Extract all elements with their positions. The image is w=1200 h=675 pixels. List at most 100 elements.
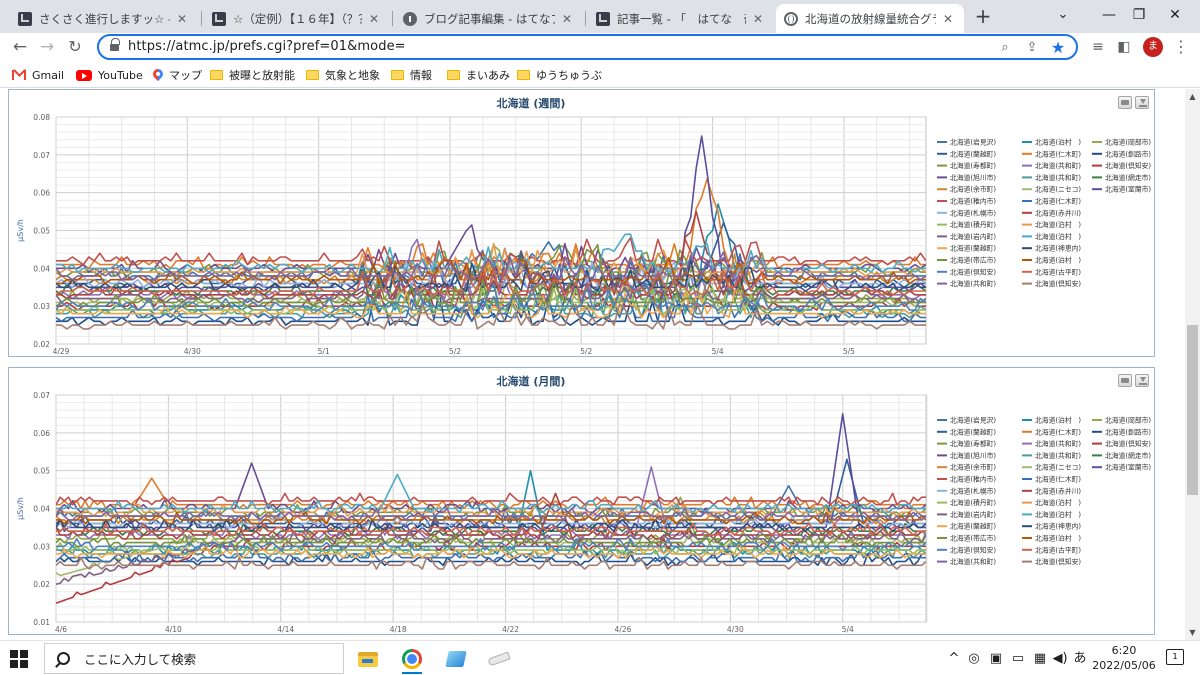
taskbar-search-input[interactable]: ここに入力して検索 [44, 643, 344, 674]
bookmark-folder-1[interactable]: 被曝と放射能 [210, 66, 295, 84]
scroll-up-arrow-icon[interactable]: ▲ [1185, 89, 1200, 104]
taskbar-chrome[interactable] [392, 644, 432, 674]
taskbar-clock[interactable]: 6:20 2022/05/06 [1090, 643, 1158, 673]
legend-item[interactable]: 北海道(共和町) [950, 279, 996, 288]
legend-item[interactable]: 北海道(余市町) [950, 463, 996, 472]
legend-item[interactable]: 北海道(泊村 ) [1035, 256, 1081, 265]
legend-item[interactable]: 北海道(蘭越町) [950, 522, 996, 531]
legend-item[interactable]: 北海道(倶知安) [1105, 439, 1151, 448]
print-button[interactable] [1118, 374, 1132, 387]
back-arrow-icon[interactable]: ← [8, 35, 32, 59]
meet-now-icon[interactable]: ◎ [966, 650, 982, 668]
legend-item[interactable]: 北海道(泊村 ) [1035, 232, 1081, 241]
tab-search-button[interactable]: ⌄ [1040, 2, 1086, 28]
windows-start-icon[interactable] [10, 650, 28, 668]
tab-3[interactable]: ブログ記事編集 - はてなブログ ✕ [395, 4, 583, 33]
taskbar-notepad[interactable] [436, 644, 476, 674]
legend-item[interactable]: 北海道(共和町) [1035, 439, 1081, 448]
legend-item[interactable]: 北海道(共和町) [1035, 161, 1081, 170]
tab-1[interactable]: さくさく進行しますッ☆ - 「 はて ✕ [10, 4, 198, 33]
legend-item[interactable]: 北海道(古平町) [1035, 267, 1081, 276]
legend-item[interactable]: 北海道(仁木町) [1035, 427, 1081, 436]
tab-4[interactable]: 記事一覧 - 「 はてな 奇 も ✕ [588, 4, 774, 33]
legend-item[interactable]: 北海道(倶知安) [1035, 279, 1081, 288]
bookmark-folder-4[interactable]: まいあみ [447, 66, 510, 84]
legend-item[interactable]: 北海道(泊村 ) [1035, 138, 1081, 147]
legend-item[interactable]: 北海道(釧路市) [1105, 149, 1151, 158]
notification-icon[interactable]: 1 [1166, 649, 1184, 665]
legend-item[interactable]: 北海道(神恵内) [1035, 522, 1081, 531]
legend-item[interactable]: 北海道(泊村 ) [1035, 498, 1081, 507]
legend-item[interactable]: 北海道(仁木町) [1035, 149, 1081, 158]
address-bar[interactable]: https://atmc.jp/prefs.cgi?pref=01&mode= … [97, 34, 1078, 60]
taskbar-explorer[interactable] [348, 644, 388, 674]
reading-list-icon[interactable]: ≡ [1087, 36, 1109, 58]
taskbar-app[interactable] [479, 644, 519, 674]
network-icon[interactable]: ▦ [1032, 650, 1048, 668]
close-icon[interactable]: ✕ [559, 12, 575, 26]
avatar[interactable]: ま [1143, 37, 1163, 57]
bookmark-folder-5[interactable]: ゆうちゅうぶ [517, 66, 602, 84]
legend-item[interactable]: 北海道(蘭越町) [950, 427, 996, 436]
close-icon[interactable]: ✕ [750, 12, 766, 26]
bookmark-maps[interactable]: マップ [153, 66, 202, 84]
legend-item[interactable]: 北海道(泊村 ) [1035, 510, 1081, 519]
legend-item[interactable]: 北海道(蘭越町) [950, 149, 996, 158]
legend-item[interactable]: 北海道(余市町) [950, 185, 996, 194]
legend-item[interactable]: 北海道(ニセコ) [1035, 463, 1081, 472]
legend-item[interactable]: 北海道(寿都町) [950, 161, 996, 170]
tab-2[interactable]: ☆（定例）【１６年】（？？ ✕ [204, 4, 390, 33]
scroll-thumb[interactable] [1187, 325, 1198, 495]
legend-item[interactable]: 北海道(室蘭市) [1105, 185, 1151, 194]
legend-item[interactable]: 北海道(ニセコ) [1035, 185, 1081, 194]
legend-item[interactable]: 北海道(室蘭市) [1105, 463, 1151, 472]
legend-item[interactable]: 北海道(倶知安) [950, 545, 996, 554]
bookmark-star-icon[interactable]: ★ [1048, 38, 1068, 58]
close-window-button[interactable]: ✕ [1152, 2, 1198, 28]
close-icon[interactable]: ✕ [940, 12, 956, 26]
bookmark-gmail[interactable]: Gmail [12, 66, 64, 84]
legend-item[interactable]: 北海道(網走市) [1105, 451, 1151, 460]
legend-item[interactable]: 北海道(積丹町) [950, 220, 996, 229]
legend-item[interactable]: 北海道(岩内町) [950, 510, 996, 519]
legend-item[interactable]: 北海道(帯広市) [950, 534, 996, 543]
ime-indicator[interactable]: あ [1072, 650, 1088, 668]
bookmark-folder-2[interactable]: 気象と地象 [306, 66, 380, 84]
tab-5-active[interactable]: 北海道の放射線量統合グラフ ✕ [776, 4, 964, 33]
camera-icon[interactable]: ▣ [988, 650, 1004, 668]
new-tab-button[interactable]: + [972, 6, 994, 28]
lock-icon[interactable] [110, 38, 120, 51]
legend-item[interactable]: 北海道(岩内町) [950, 232, 996, 241]
forward-arrow-icon[interactable]: → [35, 35, 59, 59]
legend-item[interactable]: 北海道(泊村 ) [1035, 534, 1081, 543]
legend-item[interactable]: 北海道(共和町) [1035, 173, 1081, 182]
battery-icon[interactable]: ▭ [1010, 650, 1026, 668]
legend-item[interactable]: 北海道(積丹町) [950, 498, 996, 507]
page-scrollbar[interactable]: ▲ ▼ [1185, 89, 1200, 640]
download-button[interactable] [1135, 374, 1149, 387]
legend-item[interactable]: 北海道(泊村 ) [1035, 416, 1081, 425]
legend-item[interactable]: 北海道(古平町) [1035, 545, 1081, 554]
scroll-down-arrow-icon[interactable]: ▼ [1185, 625, 1200, 640]
legend-item[interactable]: 北海道(札幌市) [950, 208, 996, 217]
side-panel-icon[interactable]: ◧ [1113, 36, 1135, 58]
legend-item[interactable]: 北海道(赤井川) [1035, 208, 1081, 217]
close-icon[interactable]: ✕ [366, 12, 382, 26]
close-icon[interactable]: ✕ [174, 12, 190, 26]
legend-item[interactable]: 北海道(赤井川) [1035, 486, 1081, 495]
legend-item[interactable]: 北海道(稚内市) [950, 197, 996, 206]
legend-item[interactable]: 北海道(旭川市) [950, 173, 996, 182]
legend-item[interactable]: 北海道(倶知安) [1035, 557, 1081, 566]
legend-item[interactable]: 北海道(岡部市) [1105, 416, 1151, 425]
menu-kebab-icon[interactable]: ⋮ [1170, 36, 1192, 58]
legend-item[interactable]: 北海道(共和町) [1035, 451, 1081, 460]
legend-item[interactable]: 北海道(蘭越町) [950, 244, 996, 253]
legend-item[interactable]: 北海道(寿都町) [950, 439, 996, 448]
legend-item[interactable]: 北海道(札幌市) [950, 486, 996, 495]
legend-item[interactable]: 北海道(岩見沢) [950, 138, 996, 147]
bookmark-youtube[interactable]: YouTube [76, 66, 143, 84]
legend-item[interactable]: 北海道(共和町) [950, 557, 996, 566]
url-text[interactable]: https://atmc.jp/prefs.cgi?pref=01&mode= [128, 39, 406, 54]
legend-item[interactable]: 北海道(稚内市) [950, 475, 996, 484]
legend-item[interactable]: 北海道(仁木町) [1035, 475, 1081, 484]
